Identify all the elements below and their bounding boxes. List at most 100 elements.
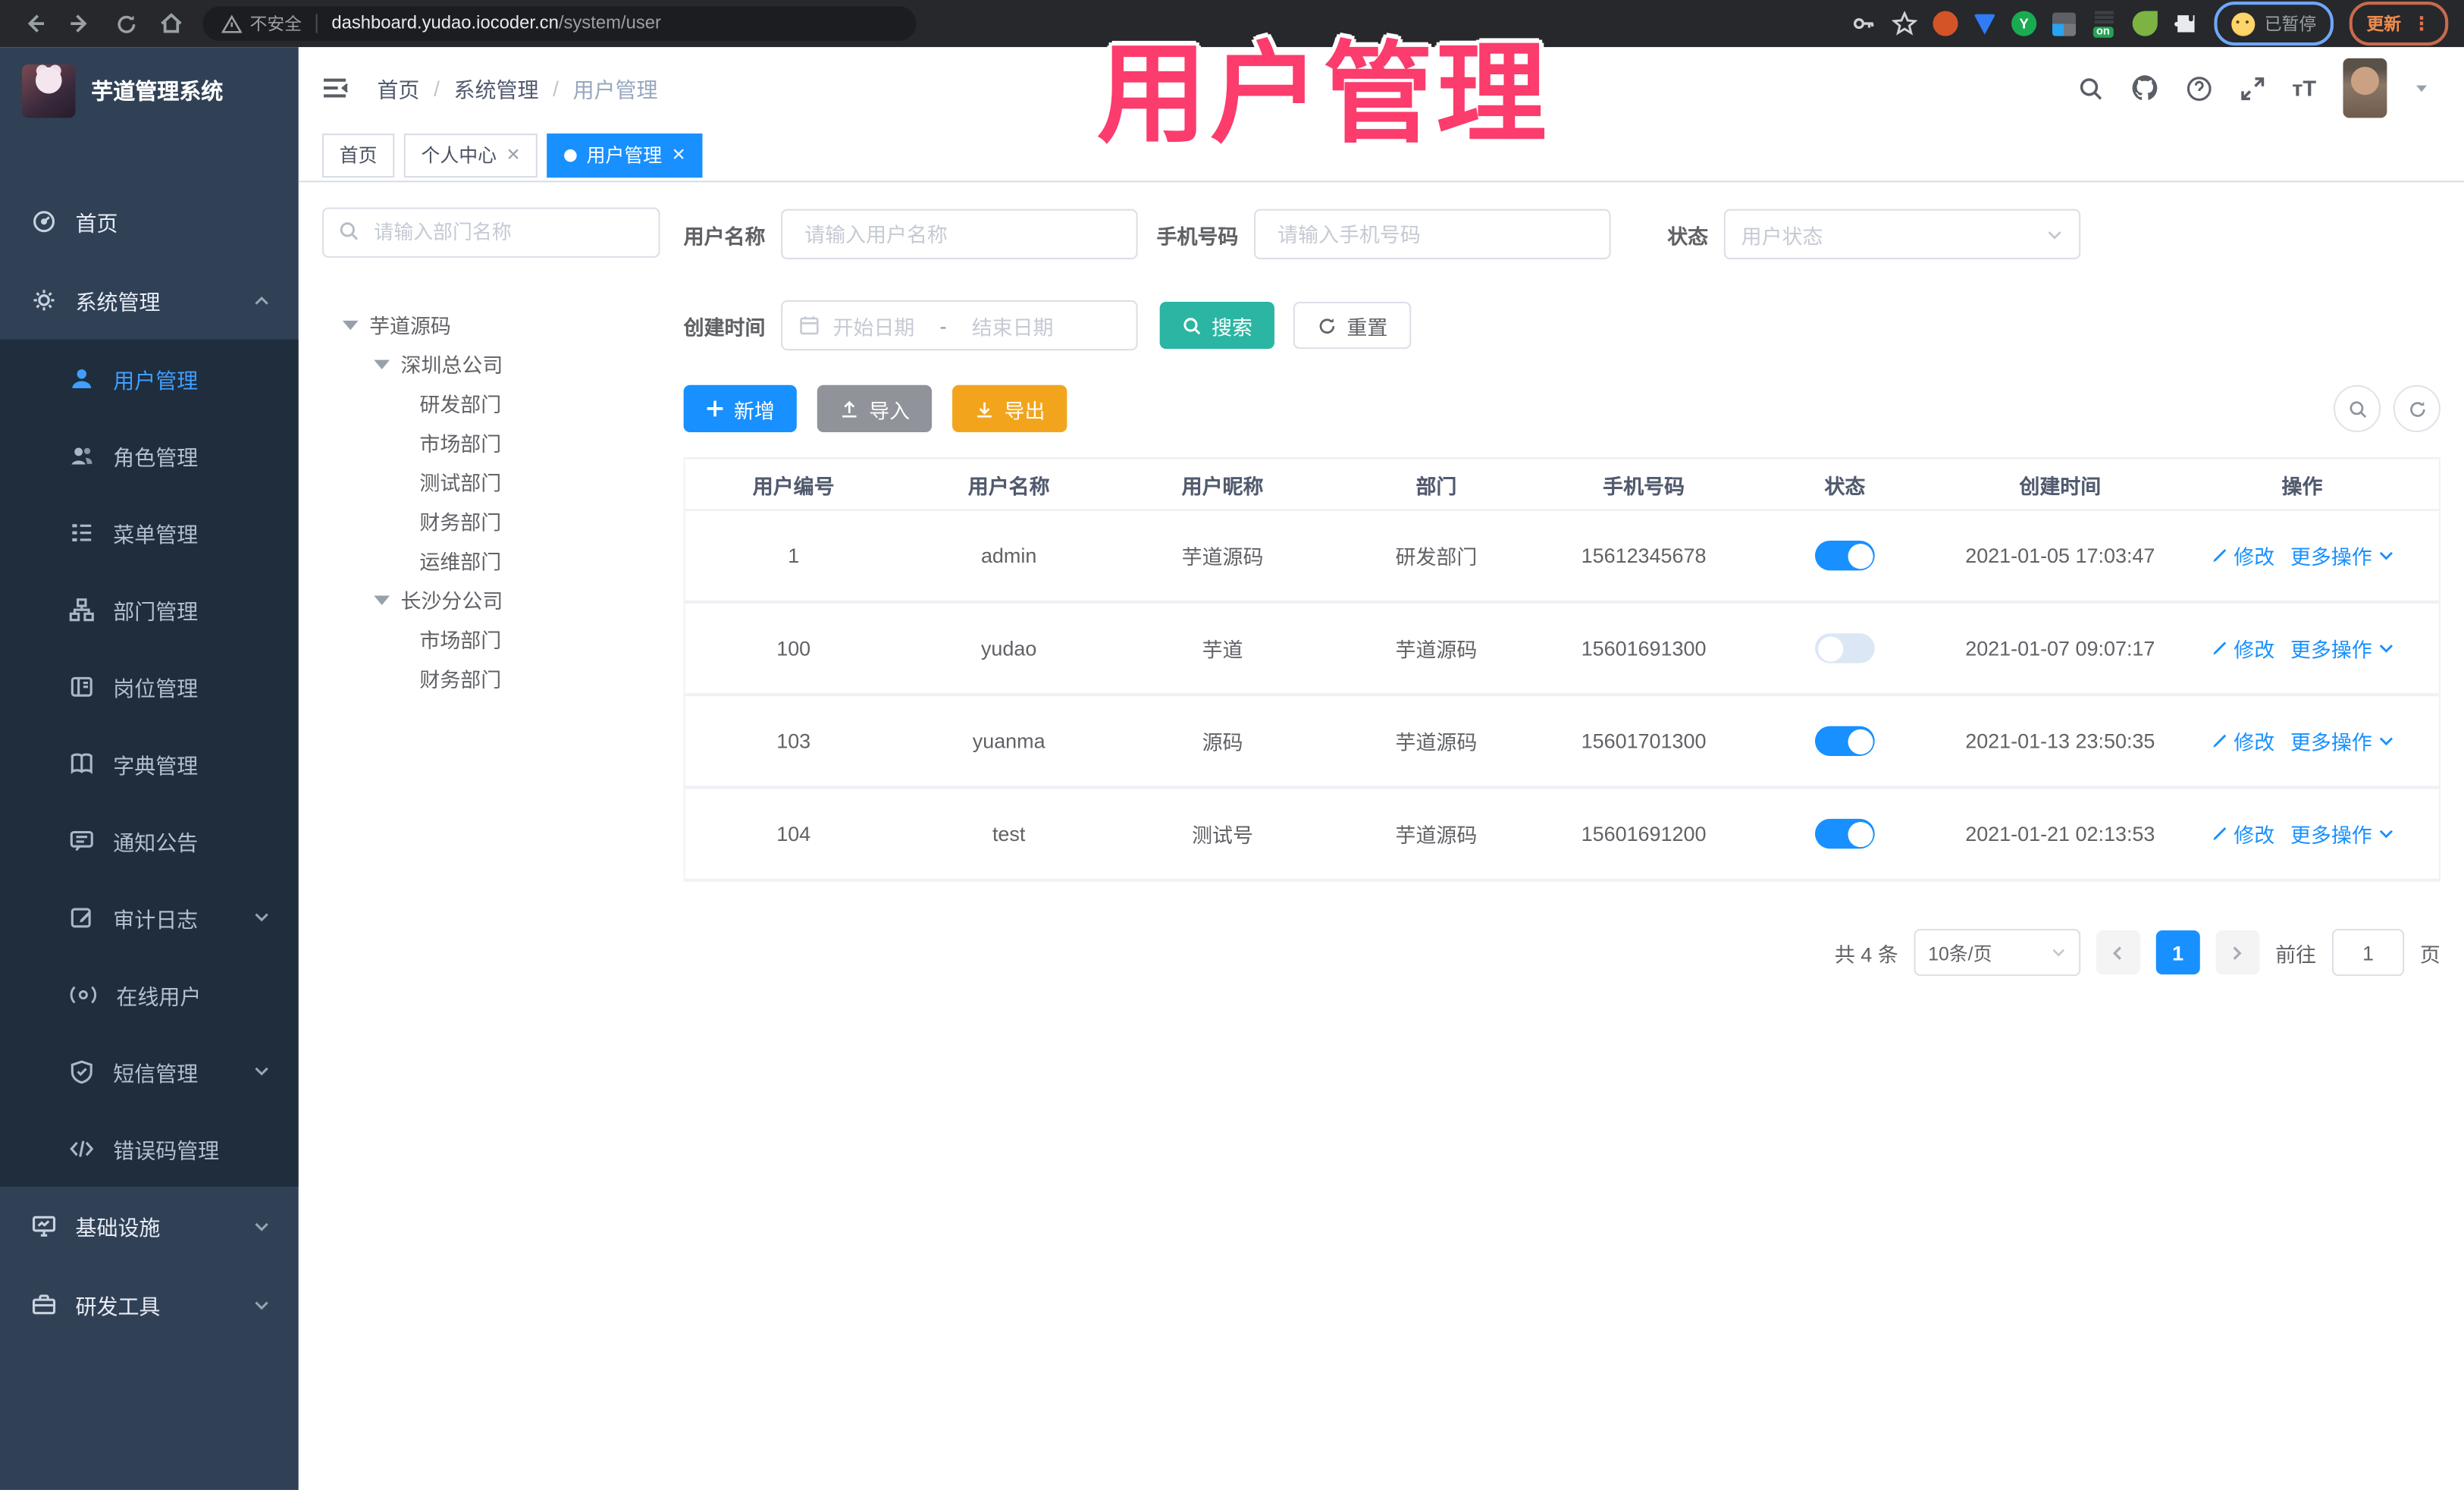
extension-gem-icon[interactable] [1973, 13, 1996, 34]
import-button[interactable]: 导入 [817, 384, 933, 432]
more-actions-link[interactable]: 更多操作 [2290, 726, 2394, 756]
status-toggle[interactable] [1814, 818, 1875, 849]
font-size-icon[interactable]: тT [2292, 75, 2316, 100]
date-range-picker[interactable]: 开始日期 - 结束日期 [781, 300, 1138, 351]
update-button[interactable]: 更新 ⋮ [2349, 2, 2449, 46]
username-input[interactable] [781, 209, 1138, 259]
prev-page-button[interactable] [2096, 930, 2140, 975]
status-toggle[interactable] [1814, 726, 1875, 756]
tab-home[interactable]: 首页 [321, 133, 395, 177]
more-actions-link[interactable]: 更多操作 [2290, 819, 2394, 849]
extension-green-icon[interactable]: Y [2011, 11, 2037, 36]
tree-node[interactable]: 市场部门 [322, 620, 660, 659]
tab-profile[interactable]: 个人中心 ✕ [403, 133, 538, 177]
mobile-field[interactable] [1274, 221, 1591, 248]
profile-paused-chip[interactable]: 已暂停 [2214, 2, 2334, 46]
extension-puzzle-icon[interactable] [2174, 11, 2199, 36]
refresh-table-button[interactable] [2393, 384, 2440, 432]
header-search-icon[interactable] [2077, 74, 2103, 101]
page-size-select[interactable]: 10条/页 [1914, 928, 2081, 977]
sidebar-item-notice[interactable]: 通知公告 [0, 801, 299, 879]
sidebar-item-menu-management[interactable]: 菜单管理 [0, 494, 299, 571]
github-icon[interactable] [2130, 74, 2158, 102]
sidebar-item-dev-tools[interactable]: 研发工具 [0, 1266, 299, 1344]
status-toggle[interactable] [1814, 633, 1875, 663]
edit-link[interactable]: 修改 [2210, 541, 2274, 570]
extension-leaf-icon[interactable] [2132, 11, 2158, 36]
sidebar-item-infrastructure[interactable]: 基础设施 [0, 1187, 299, 1266]
browser-menu-icon[interactable]: ⋮ [2412, 13, 2431, 35]
tree-node[interactable]: 运维部门 [322, 541, 660, 580]
next-page-button[interactable] [2215, 930, 2260, 975]
user-avatar[interactable] [2343, 58, 2387, 118]
logo[interactable]: 芋道管理系统 [0, 47, 299, 135]
fullscreen-icon[interactable] [2239, 74, 2265, 101]
reload-icon[interactable] [110, 8, 141, 39]
sidebar-fold-icon[interactable] [321, 75, 349, 100]
tree-node[interactable]: 研发部门 [322, 384, 660, 423]
dept-search-input[interactable] [371, 220, 629, 246]
goto-page-input[interactable] [2331, 928, 2405, 977]
sidebar-item-error-code[interactable]: 错误码管理 [0, 1109, 299, 1187]
status-toggle[interactable] [1814, 541, 1875, 571]
more-actions-link[interactable]: 更多操作 [2290, 541, 2394, 570]
security-chip[interactable]: 不安全 [221, 11, 302, 36]
reset-button[interactable]: 重置 [1293, 301, 1412, 350]
sidebar-item-role-management[interactable]: 角色管理 [0, 416, 299, 494]
dictionary-icon [69, 751, 94, 776]
url-text[interactable]: dashboard.yudao.iocoder.cn/system/user [331, 14, 661, 33]
tree-node[interactable]: 市场部门 [322, 423, 660, 463]
edit-link[interactable]: 修改 [2210, 633, 2274, 663]
close-icon[interactable]: ✕ [506, 145, 520, 165]
status-select[interactable]: 用户状态 [1723, 209, 2081, 259]
breadcrumb-home[interactable]: 首页 [377, 72, 419, 103]
search-button[interactable]: 搜索 [1159, 301, 1275, 350]
tree-node[interactable]: 财务部门 [322, 658, 660, 698]
sidebar-item-dept-management[interactable]: 部门管理 [0, 570, 299, 648]
address-bar[interactable]: 不安全 dashboard.yudao.iocoder.cn/system/us… [202, 6, 917, 41]
bookmark-star-icon[interactable] [1892, 11, 1917, 36]
close-icon[interactable]: ✕ [672, 145, 686, 165]
more-actions-link[interactable]: 更多操作 [2290, 633, 2394, 663]
tab-user-management[interactable]: 用户管理 ✕ [547, 133, 704, 177]
export-button[interactable]: 导出 [952, 384, 1067, 432]
avatar-caret-icon[interactable] [2414, 80, 2430, 96]
tree-node[interactable]: 长沙分公司 [322, 580, 660, 620]
mobile-input[interactable] [1254, 209, 1611, 259]
caret-down-icon[interactable] [374, 359, 390, 369]
sidebar-item-system[interactable]: 系统管理 [0, 261, 299, 340]
caret-down-icon[interactable] [374, 594, 390, 604]
help-icon[interactable] [2185, 74, 2212, 101]
key-icon[interactable] [1851, 11, 1876, 36]
extension-on-badge-icon[interactable]: on [2092, 11, 2117, 38]
edit-link[interactable]: 修改 [2210, 819, 2274, 849]
tree-node[interactable]: 测试部门 [322, 462, 660, 501]
sidebar-item-home[interactable]: 首页 [0, 182, 299, 261]
sidebar-item-audit-log[interactable]: 审计日志 [0, 879, 299, 956]
sidebar-item-post-management[interactable]: 岗位管理 [0, 648, 299, 725]
sidebar-item-dict-management[interactable]: 字典管理 [0, 725, 299, 802]
page-number-current[interactable]: 1 [2155, 930, 2200, 975]
add-button[interactable]: 新增 [683, 384, 797, 432]
user-table: 用户编号 用户名称 用户昵称 部门 手机号码 状态 创建时间 操作 1 admi… [683, 457, 2440, 882]
edit-link[interactable]: 修改 [2210, 726, 2274, 756]
home-icon[interactable] [155, 8, 187, 39]
active-tab-dot [564, 148, 578, 162]
breadcrumb-system[interactable]: 系统管理 [454, 72, 539, 103]
extension-grid-icon[interactable] [2052, 11, 2077, 36]
caret-down-icon[interactable] [342, 319, 359, 330]
tree-node[interactable]: 财务部门 [322, 501, 660, 541]
sidebar-item-sms-management[interactable]: 短信管理 [0, 1033, 299, 1110]
tree-node[interactable]: 芋道源码 [322, 305, 660, 344]
show-search-button[interactable] [2333, 384, 2381, 432]
pencil-icon [2214, 641, 2227, 654]
back-icon[interactable] [19, 8, 50, 39]
username-field[interactable] [801, 221, 1118, 248]
sidebar-item-online-users[interactable]: 在线用户 [0, 955, 299, 1033]
sidebar-item-user-management[interactable]: 用户管理 [0, 340, 299, 417]
tree-node[interactable]: 深圳总公司 [322, 344, 660, 384]
forward-icon[interactable] [64, 8, 96, 39]
extension-ublock-icon[interactable] [1933, 11, 1958, 36]
dept-search[interactable] [321, 207, 660, 258]
filter-row-2: 创建时间 开始日期 - 结束日期 搜索 重置 [684, 300, 2440, 351]
